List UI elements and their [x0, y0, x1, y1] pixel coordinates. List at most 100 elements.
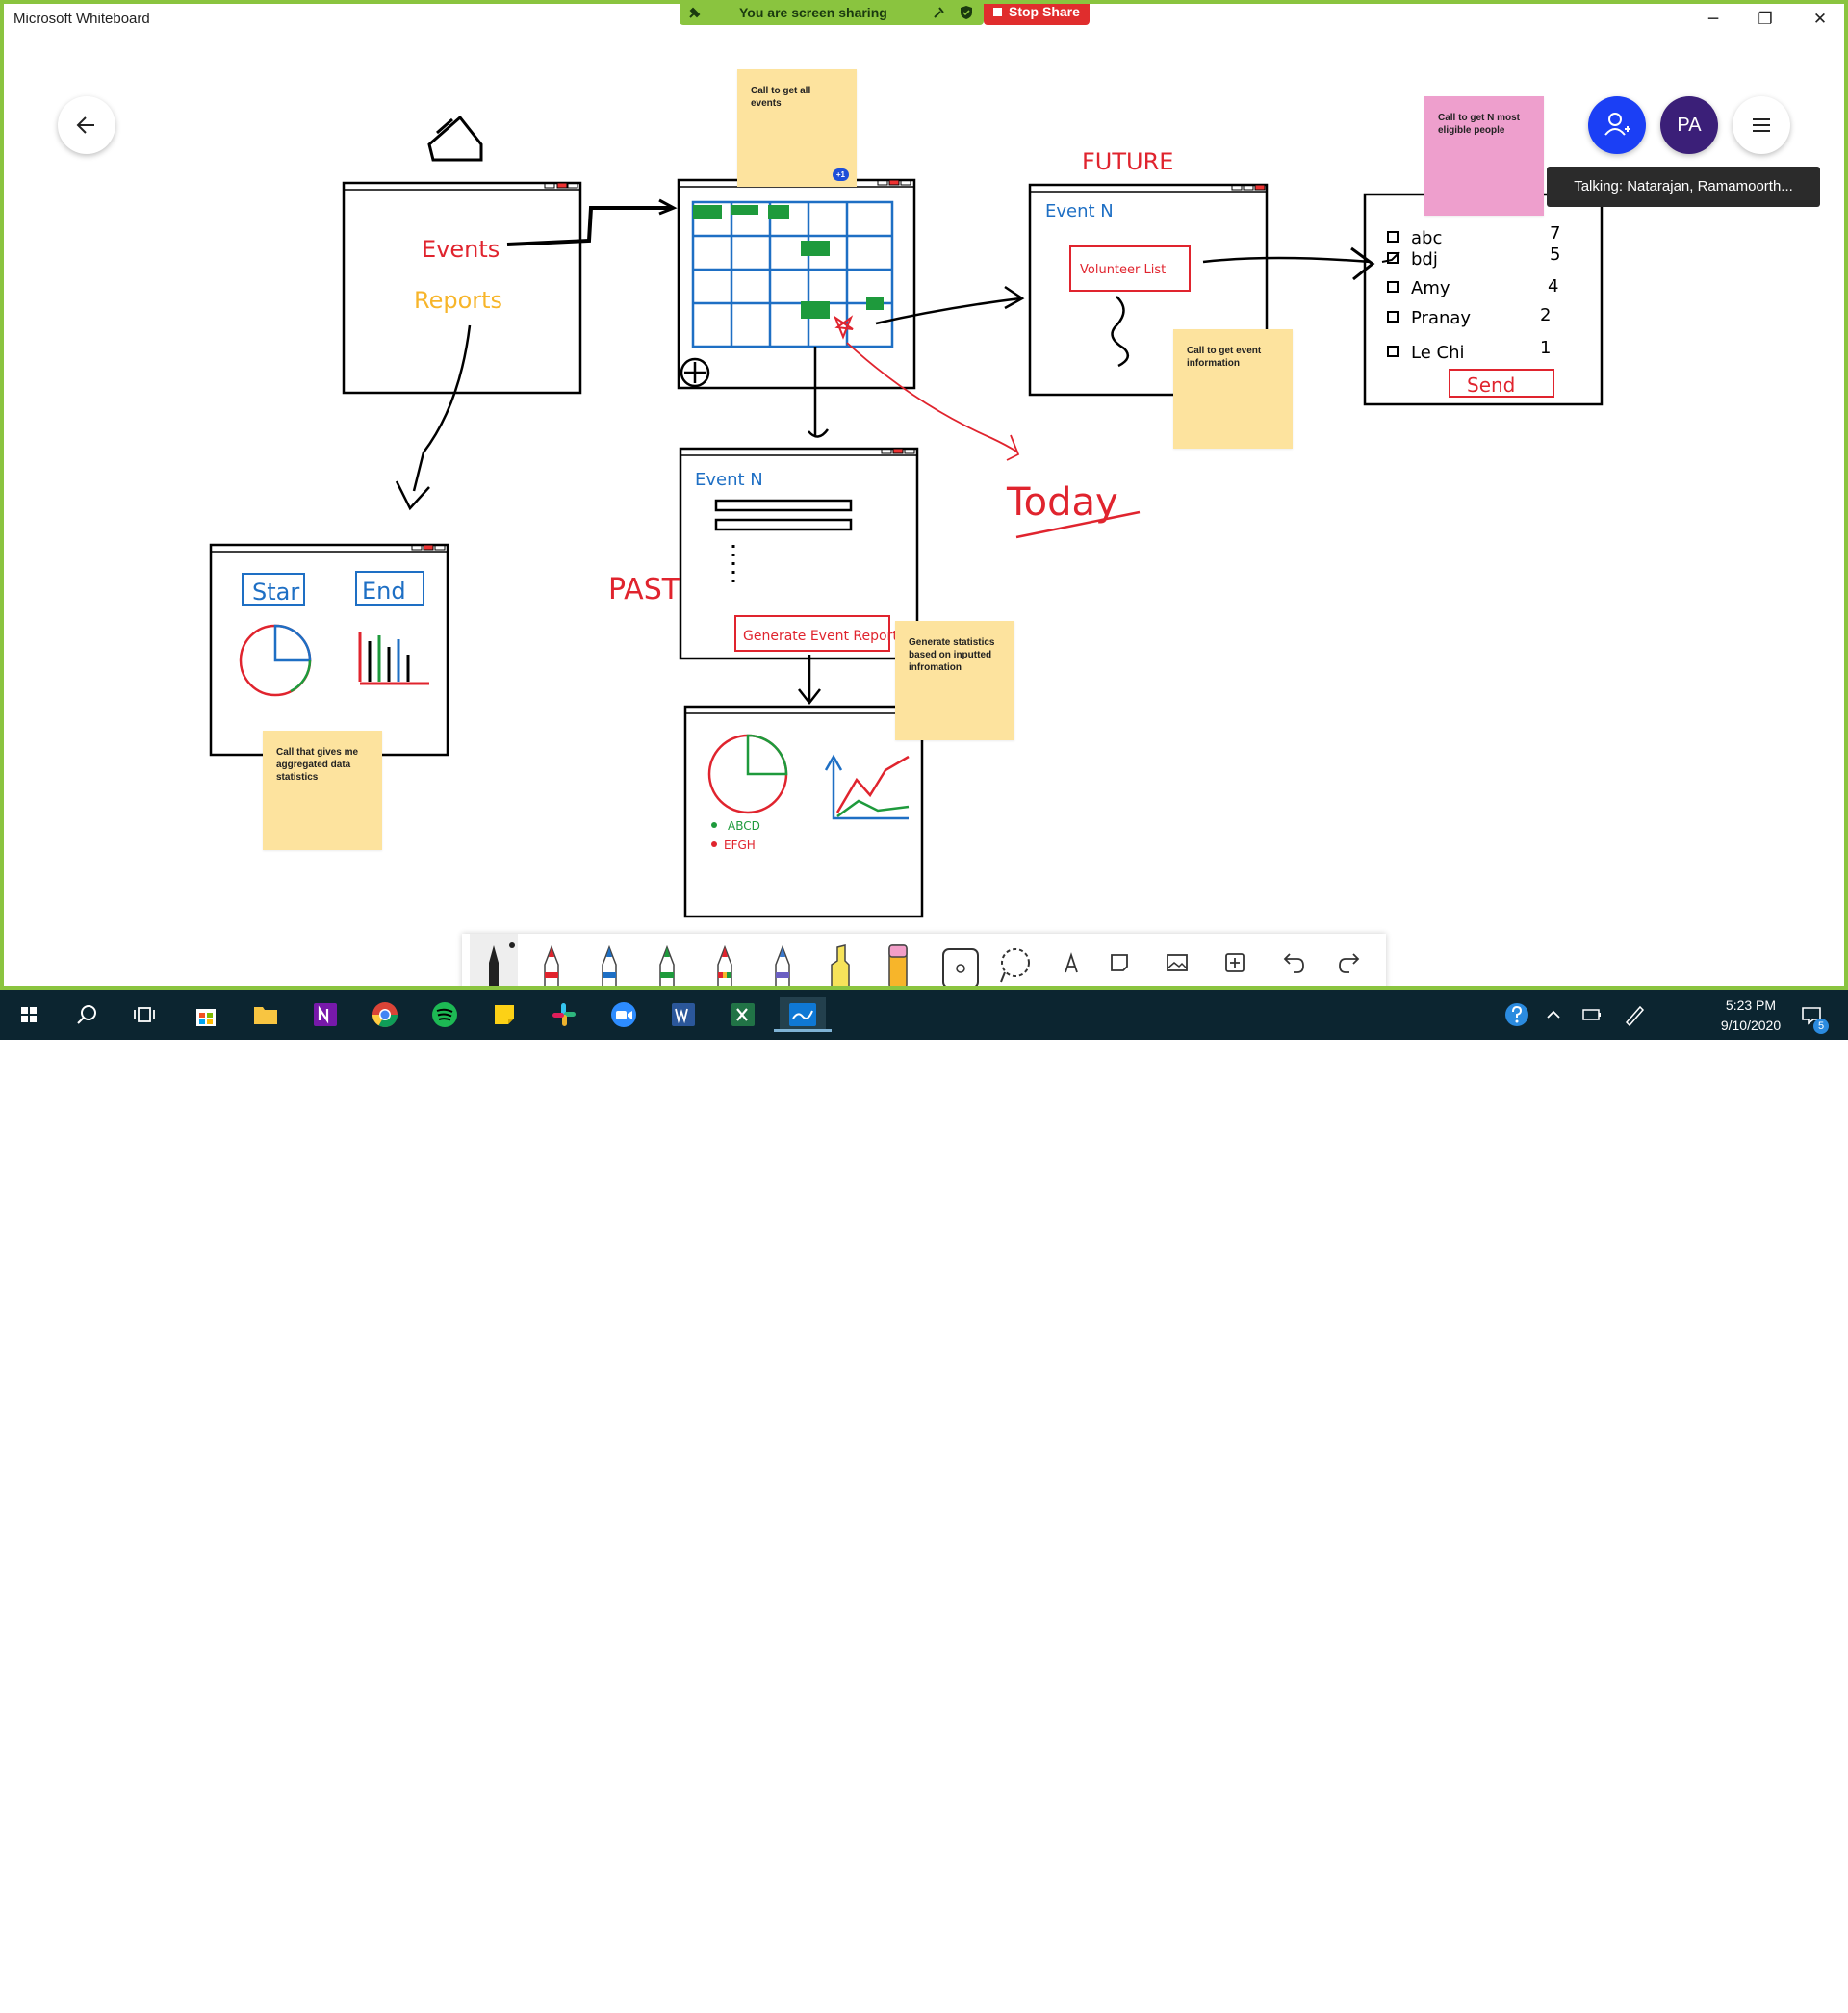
spotify-icon: [432, 1002, 457, 1027]
search-button[interactable]: [69, 997, 104, 1032]
person-count: 5: [1550, 245, 1560, 265]
reaction-badge[interactable]: +1: [832, 168, 849, 181]
windows-icon: [21, 1007, 37, 1022]
onenote-icon: [314, 1003, 337, 1026]
onenote-app[interactable]: [308, 997, 343, 1032]
slack-icon: [552, 1003, 576, 1026]
reports-arrow: [412, 324, 472, 492]
help-icon: [1505, 1003, 1528, 1026]
word-icon: [672, 1003, 695, 1026]
stop-icon: [993, 8, 1002, 16]
menu-button[interactable]: [1732, 96, 1790, 154]
zoom-app[interactable]: [606, 997, 641, 1032]
today-arrow: [846, 342, 1019, 453]
store-app[interactable]: [189, 997, 223, 1032]
minimize-button[interactable]: ─: [1694, 8, 1732, 31]
future-label: FUTURE: [1082, 148, 1173, 175]
sticky-note-generate-stats[interactable]: Generate statistics based on inputted in…: [895, 621, 1014, 740]
person-name: Le Chi: [1411, 343, 1465, 363]
hamburger-icon: [1753, 118, 1770, 132]
pen-galaxy-tool[interactable]: [758, 934, 807, 990]
pen-rainbow-tool[interactable]: [701, 934, 749, 990]
clock-time[interactable]: 5:23 PM: [1719, 997, 1783, 1013]
pin-icon[interactable]: [687, 5, 703, 20]
excel-icon: [732, 1003, 755, 1026]
folder-icon: [254, 1007, 277, 1024]
battery-indicator[interactable]: [1575, 997, 1609, 1032]
chevron-up-icon: [1547, 1010, 1560, 1019]
bar-chart-sketch: [358, 632, 429, 685]
task-view-button[interactable]: [127, 997, 162, 1032]
redo-icon: [1339, 953, 1360, 973]
detail-event-title: Event N: [695, 470, 763, 490]
sticky-note-event-info[interactable]: Call to get event information: [1173, 329, 1293, 449]
slack-app[interactable]: [547, 997, 581, 1032]
undo-button[interactable]: [1269, 934, 1317, 990]
stats-window-sketch: [209, 543, 449, 757]
events-label: Events: [422, 236, 500, 263]
show-hidden-icons[interactable]: [1536, 997, 1571, 1032]
future-event-title: Event N: [1045, 201, 1114, 221]
taskbar: ENG 5:23 PM 9/10/2020: [0, 990, 1848, 2013]
sticky-notes-app[interactable]: [487, 997, 522, 1032]
search-icon: [77, 1005, 96, 1024]
stop-share-button[interactable]: Stop Share: [984, 0, 1090, 25]
generate-report-label: Generate Event Report: [743, 629, 898, 644]
chrome-icon: [372, 1002, 398, 1028]
insert-tool[interactable]: [1211, 934, 1259, 990]
language-indicator[interactable]: ENG: [1667, 1998, 1696, 2013]
file-explorer-app[interactable]: [248, 997, 283, 1032]
pen-icon: [1625, 1005, 1645, 1027]
control-icon[interactable]: [932, 5, 947, 20]
lasso-tool[interactable]: [989, 934, 1038, 990]
chrome-app[interactable]: [368, 997, 402, 1032]
excel-app[interactable]: [726, 997, 760, 1032]
report-window-sketch: [683, 705, 924, 918]
future-arrow: [875, 297, 1021, 325]
sticky-note-aggregated[interactable]: Call that gives me aggregated data stati…: [263, 731, 382, 850]
whiteboard-app[interactable]: [774, 997, 832, 1032]
user-avatar[interactable]: PA: [1660, 96, 1718, 154]
sticky-notes-icon: [495, 1005, 514, 1024]
pen-red-tool[interactable]: [527, 934, 576, 990]
today-label: Today: [1006, 480, 1118, 525]
restore-button[interactable]: ❐: [1746, 8, 1784, 31]
house-sketch: [427, 115, 483, 162]
word-app[interactable]: [666, 997, 701, 1032]
sticky-note-tool[interactable]: [1095, 934, 1143, 990]
person-count: 2: [1540, 305, 1551, 325]
back-button[interactable]: [58, 96, 116, 154]
pen-workspace-button[interactable]: [1617, 997, 1652, 1032]
legend-b: EFGH: [724, 839, 756, 852]
ink-toolbar: [462, 934, 1386, 990]
sticky-note-all-events[interactable]: Call to get all events +1: [737, 69, 857, 187]
spotify-app[interactable]: [427, 997, 462, 1032]
store-icon: [196, 1009, 216, 1026]
start-button[interactable]: [12, 997, 46, 1032]
ruler-tool[interactable]: [932, 934, 980, 990]
redo-button[interactable]: [1326, 934, 1374, 990]
text-tool[interactable]: [1047, 934, 1095, 990]
end-label: End: [362, 578, 406, 605]
person-name: Pranay: [1411, 308, 1471, 328]
clock-date[interactable]: 9/10/2020: [1709, 1018, 1792, 1033]
person-count: 4: [1548, 276, 1558, 297]
close-button[interactable]: ✕: [1801, 8, 1839, 31]
pen-black-tool[interactable]: [470, 934, 518, 990]
pen-green-tool[interactable]: [643, 934, 691, 990]
whiteboard-icon: [789, 1003, 816, 1026]
eraser-tool[interactable]: [874, 934, 922, 990]
people-list: abc 7 bdj 5 Amy 4 Pranay 2 Le Chi 1: [1381, 223, 1560, 363]
calendar-window-sketch: [677, 178, 916, 390]
invite-button[interactable]: [1588, 96, 1646, 154]
whiteboard-canvas[interactable]: Events Reports FUTURE Event N Volunteer …: [0, 39, 1848, 990]
highlighter-tool[interactable]: [816, 934, 864, 990]
pen-blue-tool[interactable]: [585, 934, 633, 990]
help-button[interactable]: [1500, 997, 1534, 1032]
past-label: PAST: [608, 573, 680, 606]
undo-icon: [1283, 953, 1304, 973]
sticky-note-n-eligible[interactable]: Call to get N most eligible people: [1424, 96, 1544, 216]
person-name: bdj: [1411, 249, 1438, 270]
person-name: abc: [1411, 228, 1442, 248]
image-tool[interactable]: [1153, 934, 1201, 990]
